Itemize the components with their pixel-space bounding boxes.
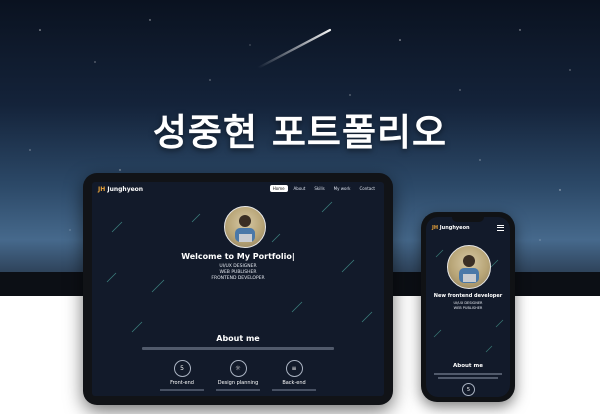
phone-notch: [452, 217, 484, 222]
hero-heading: New frontend developer: [433, 293, 503, 299]
role-list: UI/UX DESIGNER WEB PUBLISHER: [426, 301, 510, 311]
about-description: [142, 347, 334, 350]
site-logo[interactable]: JH Junghyeon: [432, 225, 470, 231]
tablet-screen: JH Junghyeon Home About Skills My work C…: [92, 182, 384, 396]
skill-detail: [160, 389, 204, 391]
hamburger-menu-icon[interactable]: [497, 225, 504, 231]
role-list: UI/UX DESIGNER WEB PUBLISHER FRONTEND DE…: [92, 264, 384, 282]
page-title: 성중현 포트폴리오: [152, 111, 448, 154]
nav-item-my-work[interactable]: My work: [331, 185, 354, 192]
database-icon: ≡: [285, 360, 303, 377]
person-at-laptop-icon: [459, 255, 479, 283]
skill-label: Back-end: [282, 380, 306, 386]
skill-card-design: ☼ Design planning: [208, 360, 268, 391]
about-description: [438, 377, 498, 379]
phone-mockup: JH Junghyeon New frontend developer UI/U…: [421, 212, 515, 402]
nav-item-contact[interactable]: Contact: [356, 185, 378, 192]
avatar: [447, 245, 491, 289]
skill-label: Front-end: [170, 380, 194, 386]
nav-item-skills[interactable]: Skills: [311, 185, 327, 192]
shooting-star: [256, 28, 332, 70]
logo-name: Junghyeon: [439, 225, 470, 231]
html5-icon: 5: [173, 360, 191, 377]
nav-item-about[interactable]: About: [291, 185, 309, 192]
skill-card-backend: ≡ Back-end: [264, 360, 324, 391]
logo-mark: JH: [432, 225, 439, 231]
tablet-mockup: JH Junghyeon Home About Skills My work C…: [83, 173, 393, 405]
lightbulb-icon: ☼: [229, 360, 247, 377]
skill-detail: [216, 389, 260, 391]
avatar: [224, 206, 266, 248]
html5-icon: 5: [462, 383, 475, 396]
phone-screen: JH Junghyeon New frontend developer UI/U…: [426, 217, 510, 397]
about-heading: About me: [453, 363, 483, 369]
about-heading: About me: [216, 334, 260, 343]
logo-name: Junghyeon: [107, 186, 144, 193]
about-description: [434, 373, 502, 375]
role-item: WEB PUBLISHER: [453, 306, 483, 310]
nav-item-home[interactable]: Home: [269, 185, 288, 192]
welcome-heading: Welcome to My Portfolio|: [181, 252, 295, 261]
skill-label: Design planning: [217, 380, 259, 386]
role-item: FRONTEND DEVELOPER: [211, 276, 265, 281]
skill-card-frontend: 5 Front-end: [152, 360, 212, 391]
person-at-laptop-icon: [235, 215, 255, 242]
skill-detail: [272, 389, 316, 391]
tablet-navbar: JH Junghyeon Home About Skills My work C…: [92, 182, 384, 198]
logo-mark: JH: [98, 186, 106, 193]
site-logo[interactable]: JH Junghyeon: [98, 186, 143, 193]
nav-menu: Home About Skills My work Contact: [269, 185, 378, 192]
